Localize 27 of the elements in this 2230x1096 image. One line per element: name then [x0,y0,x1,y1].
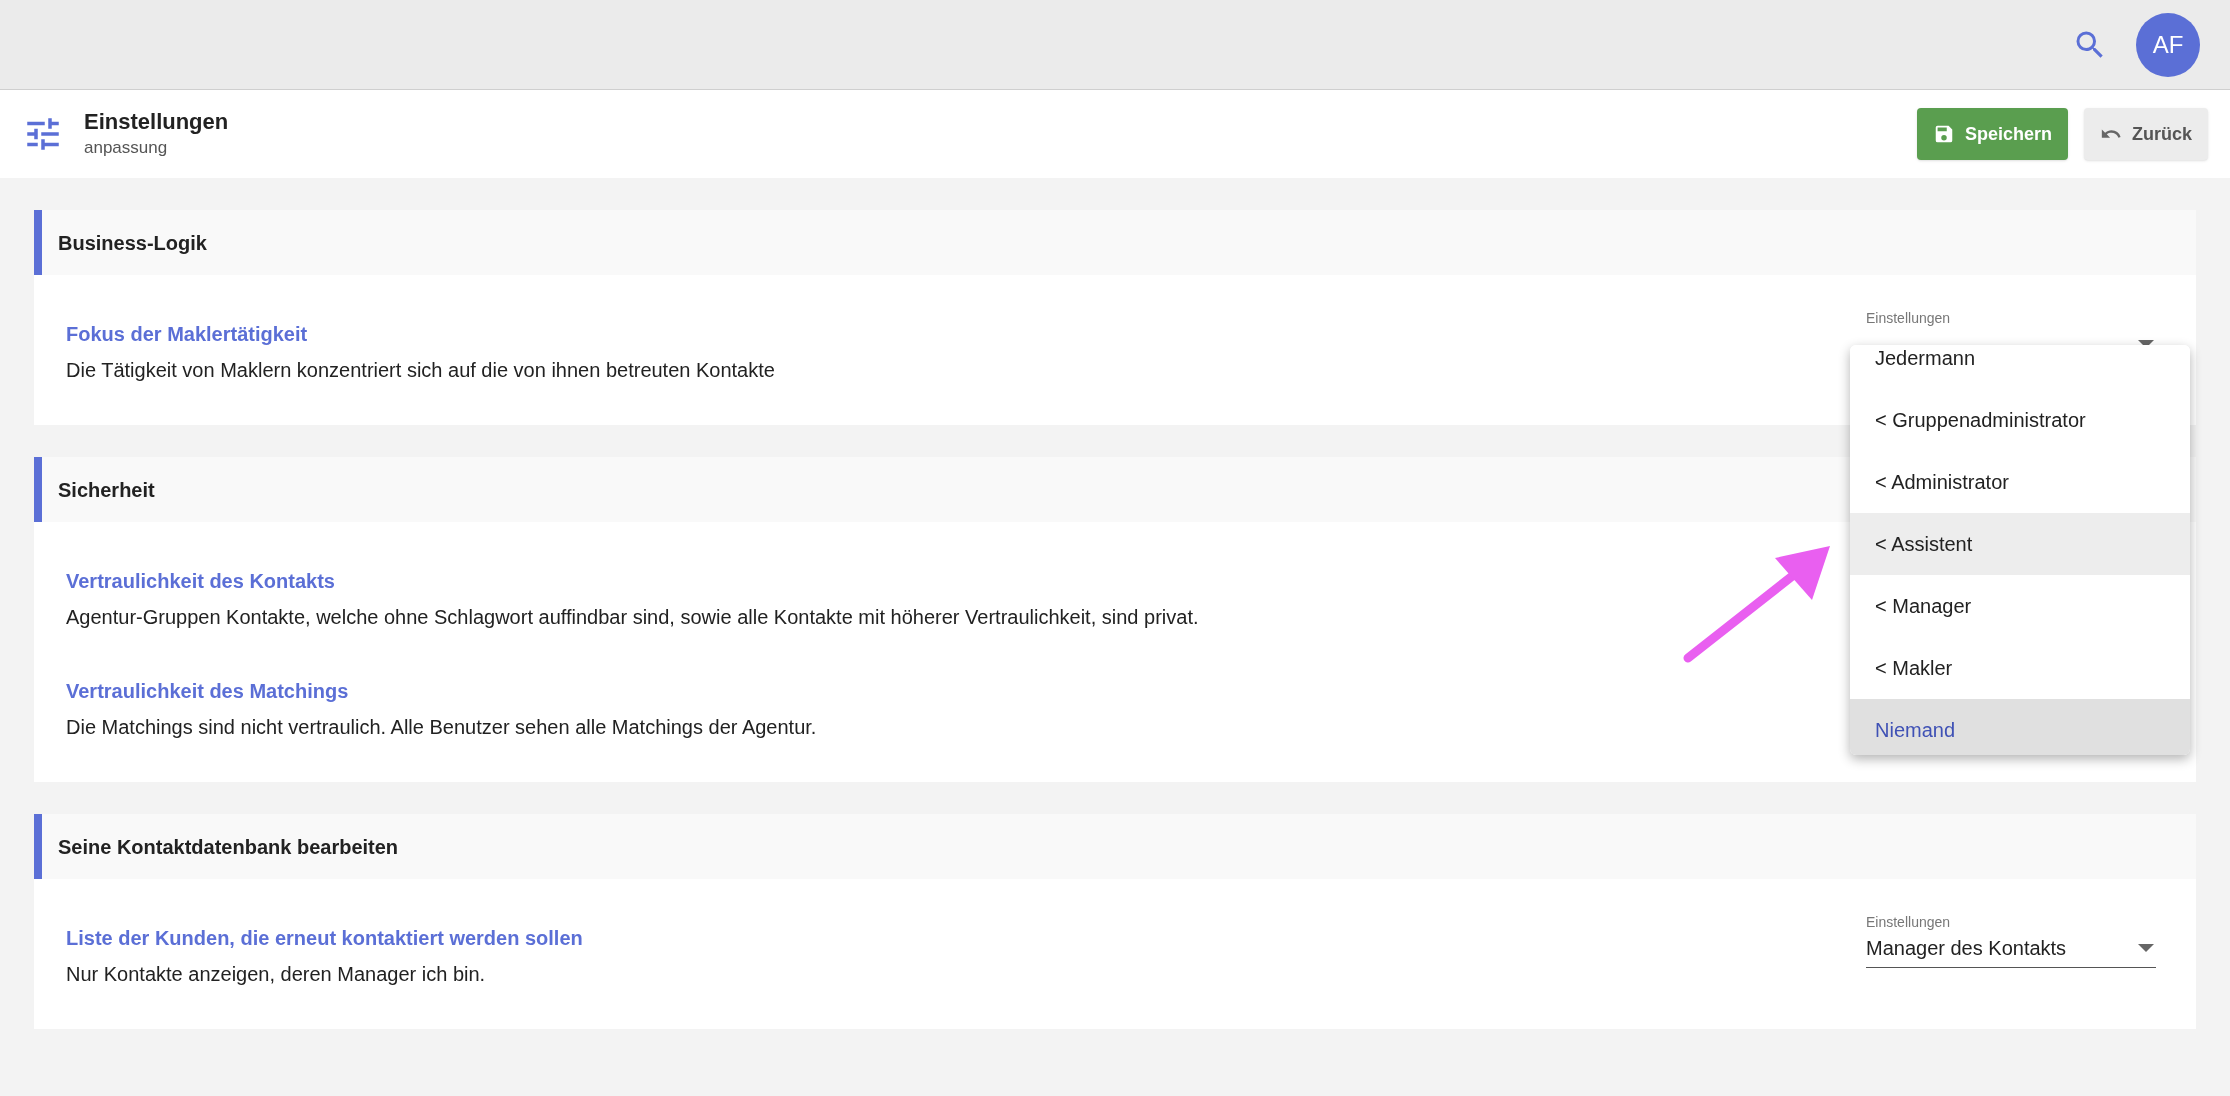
setting-description: Die Matchings sind nicht vertraulich. Alle Benutzer sehen alle Matchings der Agentur. [66,715,817,740]
page-title: Einstellungen [84,108,229,136]
setting-title: Fokus der Maklertätigkeit [66,322,309,347]
section-title: Sicherheit [58,477,155,503]
section-title: Business-Logik [58,230,207,256]
setting-title: Liste der Kunden, die erneut kontaktiert werden sollen [66,926,583,951]
section-title: Seine Kontaktdatenbank bearbeiten [58,834,399,860]
back-button[interactable]: Zurück [2084,108,2208,160]
menu-item[interactable]: Niemand [1850,699,2190,755]
page-subtitle: anpassung [84,137,169,159]
menu-item[interactable]: < Manager [1850,575,2190,637]
dropdown-caret-icon [2138,944,2154,952]
select-value: Manager des Kontakts [1866,936,2067,961]
setting-description: Agentur-Gruppen Kontakte, welche ohne Schlagwort auffindbar sind, sowie alle Kontakte mit höherer Vertraulichkeit, sind privat. [66,605,1199,630]
menu-item[interactable]: < Gruppenadministrator [1850,389,2190,451]
menu-item[interactable]: < Administrator [1850,451,2190,513]
user-avatar[interactable]: AF [2136,12,2200,77]
menu-item[interactable]: Jedermann [1850,345,2190,389]
select-label: Einstellungen [1866,309,1952,327]
setting-description: Die Tätigkeit von Maklern konzentriert sich auf die von ihnen betreuten Kontakte [66,358,775,383]
setting-title: Vertraulichkeit des Kontakts [66,569,336,594]
setting-description: Nur Kontakte anzeigen, deren Manager ich bin. [66,962,487,987]
menu-item[interactable]: < Assistent [1850,513,2190,575]
menu-item[interactable]: < Makler [1850,637,2190,699]
settings-select[interactable]: Einstellungen Manager des Kontakts [1866,913,2156,968]
select-label: Einstellungen [1866,913,1952,931]
setting-title: Vertraulichkeit des Matchings [66,679,350,704]
